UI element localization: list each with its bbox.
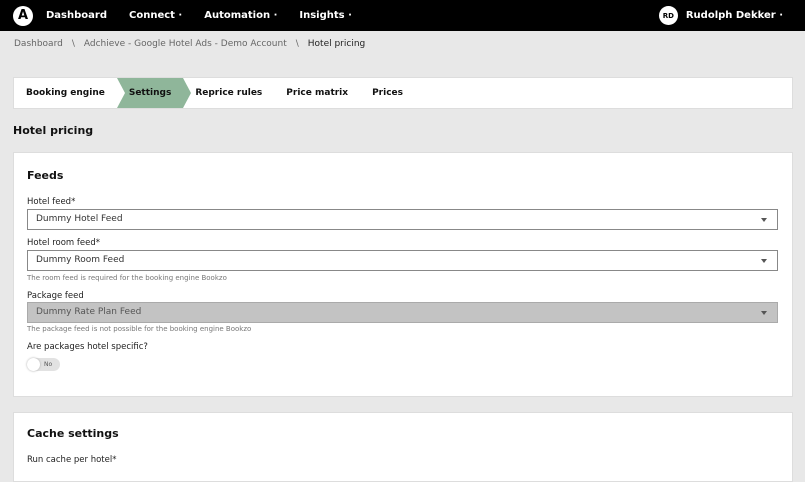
breadcrumb-separator: \ [295,39,299,49]
hotel-feed-value: Dummy Hotel Feed [36,214,123,224]
user-name: Rudolph Dekker · [685,10,783,21]
step-prices[interactable]: Prices [360,78,423,108]
top-nav: A Dashboard Connect · Automation · Insig… [0,0,805,31]
step-booking-engine[interactable]: Booking engine [14,78,125,108]
toggle-label: No [44,361,53,368]
hotel-feed-select[interactable]: Dummy Hotel Feed [27,209,778,230]
page-title: Hotel pricing [13,124,94,137]
wizard-steps: Booking engine Settings Reprice rules Pr… [13,77,793,109]
cache-card: Cache settings Run cache per hotel* [13,412,793,482]
breadcrumb-account[interactable]: Adchieve - Google Hotel Ads - Demo Accou… [84,39,287,49]
package-feed-value: Dummy Rate Plan Feed [36,307,142,317]
nav-automation[interactable]: Automation · [204,10,277,21]
room-feed-label: Hotel room feed* [27,238,101,248]
package-feed-select: Dummy Rate Plan Feed [27,302,778,323]
hotel-feed-label: Hotel feed* [27,197,76,207]
nav-dashboard[interactable]: Dashboard [46,10,107,21]
step-price-matrix[interactable]: Price matrix [274,78,368,108]
chevron-down-icon [761,259,767,263]
run-cache-label: Run cache per hotel* [27,455,117,465]
logo[interactable]: A [13,5,33,26]
toggle-knob [27,358,40,371]
step-settings[interactable]: Settings [116,78,192,108]
chevron-down-icon [761,311,767,315]
feeds-card: Feeds Hotel feed* Dummy Hotel Feed Hotel… [13,152,793,397]
user-menu[interactable]: RD Rudolph Dekker · [658,6,783,25]
breadcrumb-separator: \ [71,39,75,49]
package-feed-label: Package feed [27,291,84,301]
cache-title: Cache settings [27,427,119,440]
packages-specific-toggle[interactable]: No [27,358,60,371]
avatar: RD [658,6,678,25]
breadcrumb-dashboard[interactable]: Dashboard [14,39,63,49]
chevron-down-icon [761,218,767,222]
breadcrumb-current: Hotel pricing [307,39,366,49]
room-feed-value: Dummy Room Feed [36,255,125,265]
feeds-title: Feeds [27,169,64,182]
room-feed-help: The room feed is required for the bookin… [27,274,227,282]
nav-connect[interactable]: Connect · [129,10,182,21]
package-feed-help: The package feed is not possible for the… [27,325,252,333]
step-reprice-rules[interactable]: Reprice rules [183,78,283,108]
packages-specific-label: Are packages hotel specific? [27,342,148,352]
room-feed-select[interactable]: Dummy Room Feed [27,250,778,271]
breadcrumb: Dashboard \ Adchieve - Google Hotel Ads - … [14,39,365,49]
nav-insights[interactable]: Insights · [299,10,352,21]
